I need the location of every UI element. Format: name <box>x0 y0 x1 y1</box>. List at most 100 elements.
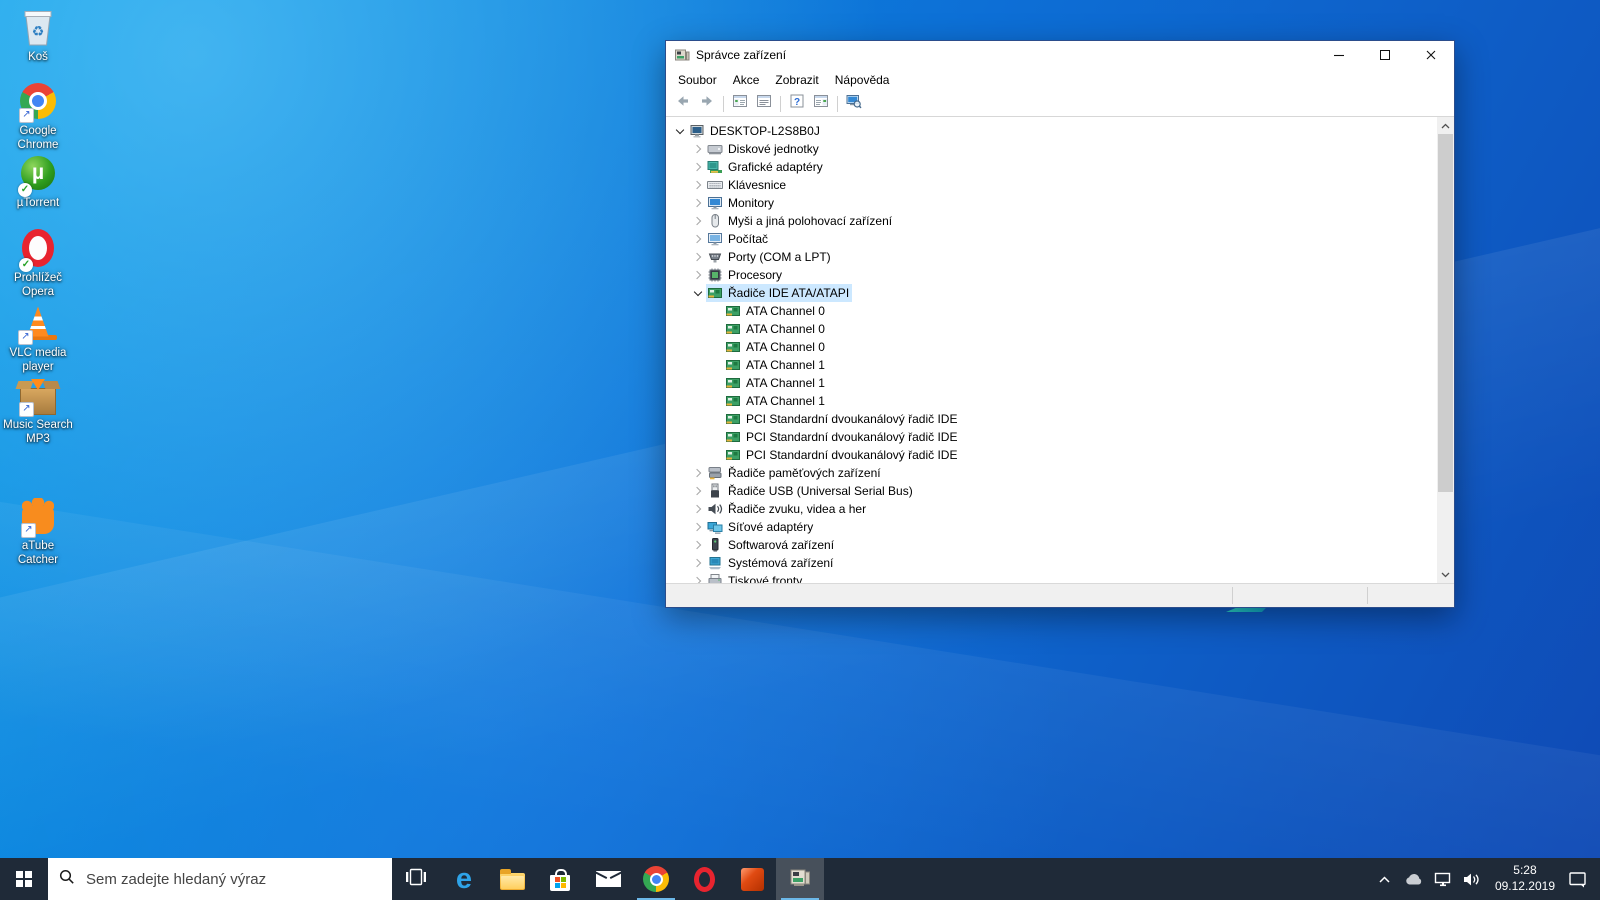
toolbar-action-pane-button[interactable] <box>810 93 832 114</box>
tree-item-content[interactable]: Klávesnice <box>706 176 789 194</box>
chevron-right-icon[interactable] <box>690 182 706 188</box>
taskbar-search[interactable] <box>48 858 392 900</box>
scroll-up-icon[interactable] <box>1437 117 1454 134</box>
tree-item-content[interactable]: Síťové adaptéry <box>706 518 816 536</box>
tree-item-content[interactable]: PCI Standardní dvoukanálový řadič IDE <box>724 428 960 446</box>
tree-item[interactable]: ATA Channel 0 <box>666 302 1437 320</box>
menu-item-help[interactable]: Nápověda <box>827 71 898 89</box>
action-center-icon[interactable] <box>1568 865 1588 893</box>
chevron-right-icon[interactable] <box>690 506 706 512</box>
vertical-scrollbar[interactable] <box>1437 117 1454 583</box>
tree-item[interactable]: ATA Channel 1 <box>666 374 1437 392</box>
taskbar-app-edge[interactable]: e <box>440 858 488 900</box>
tree-item-content[interactable]: Systémová zařízení <box>706 554 836 572</box>
menu-item-action[interactable]: Akce <box>725 71 768 89</box>
tree-item[interactable]: PCI Standardní dvoukanálový řadič IDE <box>666 428 1437 446</box>
tree-item[interactable]: Klávesnice <box>666 176 1437 194</box>
tree-item-content[interactable]: ATA Channel 1 <box>724 374 828 392</box>
tree-item-content[interactable]: Řadiče USB (Universal Serial Bus) <box>706 482 916 500</box>
menu-item-view[interactable]: Zobrazit <box>767 71 826 89</box>
minimize-button[interactable] <box>1316 41 1362 69</box>
toolbar-scan-hardware-button[interactable] <box>843 93 865 114</box>
taskbar-clock[interactable]: 5:28 09.12.2019 <box>1491 863 1559 894</box>
toolbar-properties-button[interactable] <box>753 93 775 114</box>
volume-icon[interactable] <box>1462 865 1482 893</box>
tree-item-content[interactable]: PCI Standardní dvoukanálový řadič IDE <box>724 410 960 428</box>
taskbar-app-store[interactable] <box>536 858 584 900</box>
tree-item-content[interactable]: Myši a jiná polohovací zařízení <box>706 212 895 230</box>
chevron-right-icon[interactable] <box>690 470 706 476</box>
tree-item[interactable]: PCI Standardní dvoukanálový řadič IDE <box>666 446 1437 464</box>
toolbar-back-button[interactable] <box>672 93 694 114</box>
chevron-right-icon[interactable] <box>690 542 706 548</box>
tree-item-content[interactable]: ATA Channel 0 <box>724 320 828 338</box>
chevron-right-icon[interactable] <box>690 524 706 530</box>
search-input[interactable] <box>84 870 381 889</box>
desktop-icon-atube-catcher[interactable]: ↗aTube Catcher <box>2 495 74 567</box>
network-icon[interactable] <box>1433 865 1453 893</box>
tree-item-content[interactable]: PCI Standardní dvoukanálový řadič IDE <box>724 446 960 464</box>
scroll-down-icon[interactable] <box>1437 566 1454 583</box>
close-button[interactable] <box>1408 41 1454 69</box>
tree-item-content[interactable]: Diskové jednotky <box>706 140 822 158</box>
maximize-button[interactable] <box>1362 41 1408 69</box>
tree-item[interactable]: Síťové adaptéry <box>666 518 1437 536</box>
tree-item[interactable]: Procesory <box>666 266 1437 284</box>
menu-item-file[interactable]: Soubor <box>670 71 725 89</box>
tree-item[interactable]: Porty (COM a LPT) <box>666 248 1437 266</box>
tree-item[interactable]: Systémová zařízení <box>666 554 1437 572</box>
taskbar-app-mail[interactable] <box>584 858 632 900</box>
desktop-icon-utorrent[interactable]: µ✓µTorrent <box>2 152 74 211</box>
taskbar-app-device-manager[interactable] <box>776 858 824 900</box>
tree-item[interactable]: Počítač <box>666 230 1437 248</box>
tree-item[interactable]: Řadiče IDE ATA/ATAPI <box>666 284 1437 302</box>
tree-item-content[interactable]: ATA Channel 1 <box>724 392 828 410</box>
toolbar-help-button[interactable]: ? <box>786 93 808 114</box>
desktop-icon-google-chrome[interactable]: ↗Google Chrome <box>2 80 74 152</box>
desktop-icon-opera[interactable]: ✓Prohlížeč Opera <box>2 227 74 299</box>
tree-item-content[interactable]: ATA Channel 1 <box>724 356 828 374</box>
tree-item-content[interactable]: Porty (COM a LPT) <box>706 248 834 266</box>
chevron-down-icon[interactable] <box>672 130 688 133</box>
tree-item-content[interactable]: Řadiče IDE ATA/ATAPI <box>706 284 852 302</box>
chevron-right-icon[interactable] <box>690 218 706 224</box>
taskbar-app-office[interactable] <box>728 858 776 900</box>
window-titlebar[interactable]: Správce zařízení <box>666 41 1454 69</box>
tree-item-content[interactable]: DESKTOP-L2S8B0J <box>688 122 823 140</box>
tree-item[interactable]: Řadiče zvuku, videa a her <box>666 500 1437 518</box>
taskbar-app-opera[interactable] <box>680 858 728 900</box>
tree-item[interactable]: Tiskové fronty <box>666 572 1437 583</box>
tree-item[interactable]: Myši a jiná polohovací zařízení <box>666 212 1437 230</box>
onedrive-cloud-icon[interactable] <box>1404 865 1424 893</box>
show-hidden-icons-chevron-icon[interactable] <box>1375 865 1395 893</box>
tree-item-content[interactable]: Řadiče paměťových zařízení <box>706 464 884 482</box>
tree-item[interactable]: ATA Channel 1 <box>666 392 1437 410</box>
tree-item[interactable]: Grafické adaptéry <box>666 158 1437 176</box>
tree-item-content[interactable]: ATA Channel 0 <box>724 302 828 320</box>
tree-item-content[interactable]: Počítač <box>706 230 771 248</box>
desktop-icon-music-search-mp3[interactable]: ↗Music Search MP3 <box>2 374 74 446</box>
tree-item[interactable]: Softwarová zařízení <box>666 536 1437 554</box>
taskbar-app-chrome[interactable] <box>632 858 680 900</box>
toolbar-forward-button[interactable] <box>696 93 718 114</box>
scrollbar-thumb[interactable] <box>1438 134 1453 492</box>
tree-item-content[interactable]: Grafické adaptéry <box>706 158 826 176</box>
desktop-icon-recycle-bin[interactable]: ♻Koš <box>2 6 74 65</box>
chevron-right-icon[interactable] <box>690 146 706 152</box>
tree-item[interactable]: PCI Standardní dvoukanálový řadič IDE <box>666 410 1437 428</box>
desktop-icon-vlc[interactable]: ↗VLC media player <box>2 302 74 374</box>
tree-item[interactable]: DESKTOP-L2S8B0J <box>666 122 1437 140</box>
tree-item[interactable]: ATA Channel 0 <box>666 320 1437 338</box>
tree-item[interactable]: Diskové jednotky <box>666 140 1437 158</box>
chevron-down-icon[interactable] <box>690 292 706 295</box>
tree-item-content[interactable]: ATA Channel 0 <box>724 338 828 356</box>
tree-item[interactable]: ATA Channel 0 <box>666 338 1437 356</box>
task-view-button[interactable] <box>392 858 440 900</box>
taskbar-app-file-explorer[interactable] <box>488 858 536 900</box>
tree-item-content[interactable]: Procesory <box>706 266 785 284</box>
chevron-right-icon[interactable] <box>690 272 706 278</box>
chevron-right-icon[interactable] <box>690 236 706 242</box>
tree-item-content[interactable]: Monitory <box>706 194 777 212</box>
tree-item[interactable]: Monitory <box>666 194 1437 212</box>
chevron-right-icon[interactable] <box>690 488 706 494</box>
